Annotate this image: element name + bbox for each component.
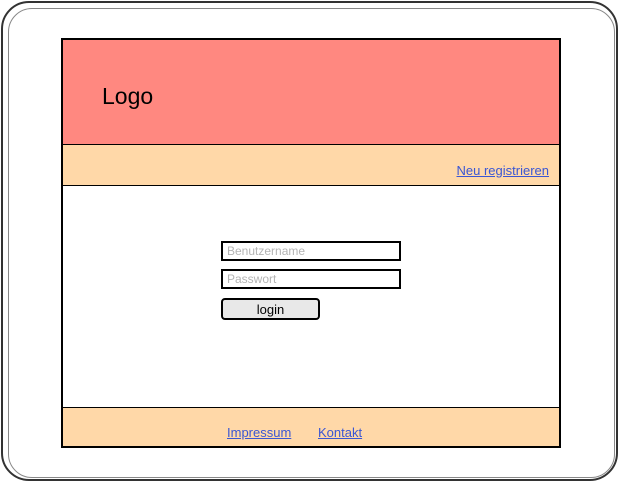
logo: Logo (102, 83, 154, 109)
username-field[interactable] (221, 241, 401, 261)
login-button[interactable]: login (221, 298, 320, 320)
browser-screen: Logo Neu registrieren login Impressum Ko… (61, 38, 561, 448)
login-content: login (63, 186, 559, 407)
kontakt-link[interactable]: Kontakt (318, 426, 362, 439)
impressum-link[interactable]: Impressum (227, 426, 291, 439)
password-field[interactable] (221, 269, 401, 289)
register-link[interactable]: Neu registrieren (457, 164, 550, 177)
page-footer: Impressum Kontakt (63, 407, 559, 446)
page-header: Logo (63, 40, 559, 145)
top-nav-bar: Neu registrieren (63, 145, 559, 186)
